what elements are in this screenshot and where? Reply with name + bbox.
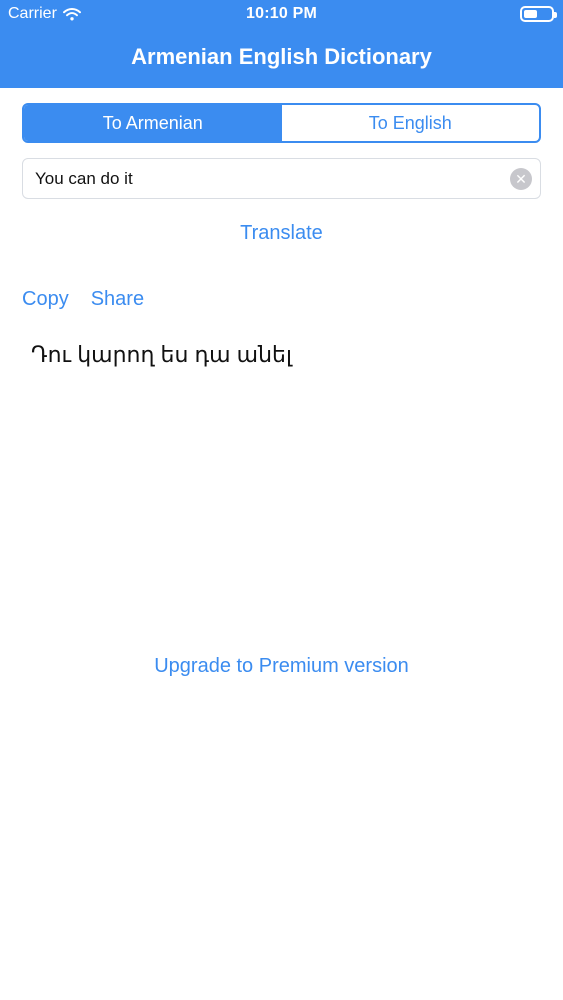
clear-icon[interactable]: ✕ xyxy=(510,167,532,190)
translate-button[interactable]: Translate xyxy=(0,222,563,245)
header: Carrier 10:10 PM Armenian English Dictio… xyxy=(0,0,563,88)
search-input[interactable] xyxy=(33,167,510,190)
result-actions: Copy Share xyxy=(22,288,144,311)
status-bar: Carrier 10:10 PM xyxy=(0,0,563,30)
upgrade-button[interactable]: Upgrade to Premium version xyxy=(0,655,563,678)
page-title: Armenian English Dictionary xyxy=(131,44,432,69)
to-english-tab[interactable]: To English xyxy=(282,105,540,141)
to-armenian-tab[interactable]: To Armenian xyxy=(24,105,282,141)
battery-icon xyxy=(520,6,557,22)
app-screen: Carrier 10:10 PM Armenian English Dictio… xyxy=(0,0,563,1000)
search-field[interactable]: ✕ xyxy=(22,158,541,199)
battery-level xyxy=(524,10,537,18)
copy-button[interactable]: Copy xyxy=(22,288,69,311)
translation-direction-toggle[interactable]: To Armenian To English xyxy=(22,103,541,143)
share-button[interactable]: Share xyxy=(91,288,144,311)
status-time: 10:10 PM xyxy=(246,5,317,22)
translation-output: Դու կարող ես դա անել xyxy=(31,342,292,367)
